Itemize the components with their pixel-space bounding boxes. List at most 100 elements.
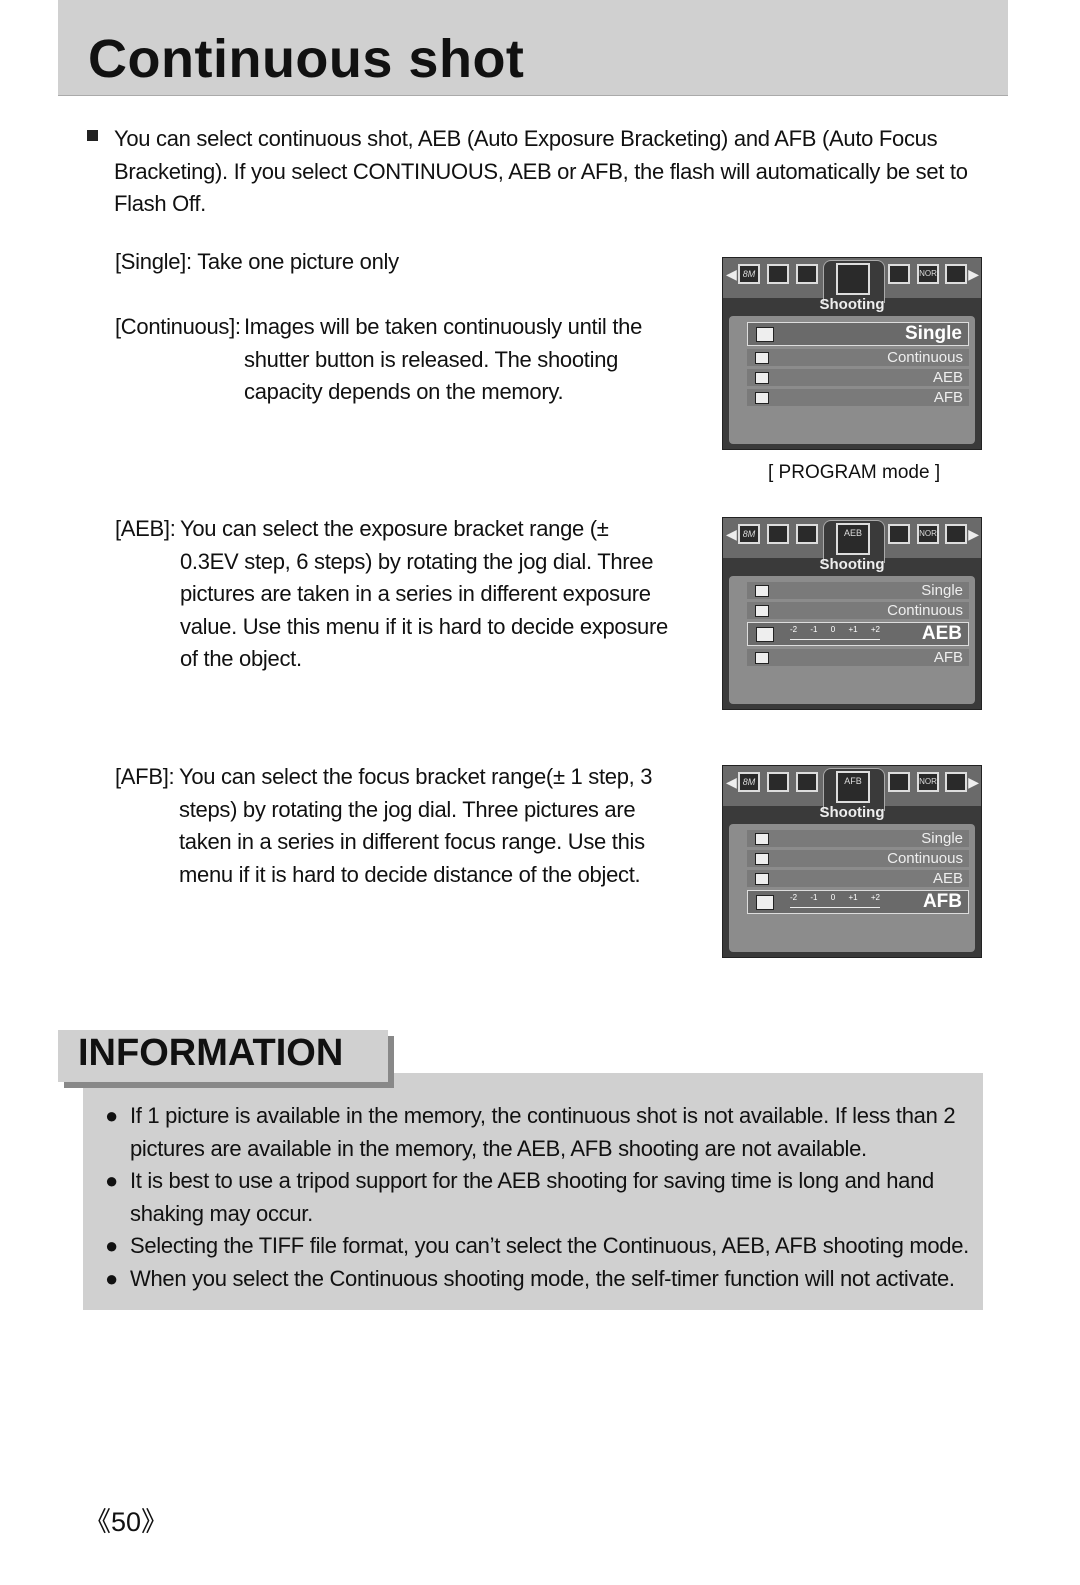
menu-tab-icon [945,264,967,284]
menu-item-aeb[interactable]: AEB [747,870,969,887]
bracket-scale: -2 -1 0 +1 +2 [790,625,880,640]
info-bullet-text: When you select the Continuous shooting … [130,1266,955,1291]
menu-item-label: AFB [922,891,962,912]
shooting-mode-icon: AEB [836,523,870,555]
menu-item-single[interactable]: Single [747,582,969,599]
menu-tab-icon: 8M [738,524,760,544]
menu-title: Shooting [819,556,885,573]
bullet-icon: ● [105,1103,118,1128]
menu-item-icon [756,895,774,910]
scale-label: +2 [870,625,880,634]
afb-description: You can select the focus bracket range(±… [179,764,653,887]
scale-label: +2 [870,893,880,902]
menu-item-icon [755,605,769,617]
right-arrow-icon: ▶ [968,266,979,282]
info-bullet: ● It is best to use a tripod support for … [105,1165,970,1230]
menu-item-label: AFB [933,389,963,406]
menu-tab-icon [945,524,967,544]
info-bullet-text: Selecting the TIFF file format, you can’… [130,1233,969,1258]
aeb-description: You can select the exposure bracket rang… [180,516,668,671]
menu-item-icon [755,873,769,885]
scale-label: 0 [830,625,836,634]
menu-tab-strip: ◀ ▶ 8M NOR [723,258,981,303]
info-bullet: ● Selecting the TIFF file format, you can… [105,1230,970,1263]
menu-title: Shooting [819,804,885,821]
menu-item-continuous[interactable]: Continuous [747,349,969,366]
menu-tab-icon: 8M [738,264,760,284]
continuous-label: [Continuous]: [115,314,241,339]
menu-item-label: Single [921,830,963,847]
menu-item-icon [755,392,769,404]
shooting-mode-icon: AFB [836,771,870,803]
menu-item-aeb[interactable]: -2 -1 0 +1 +2 AEB [747,622,969,646]
left-arrow-icon: ◀ [726,774,737,790]
scale-label: -1 [810,625,818,634]
bullet-icon: ● [105,1233,118,1258]
camera-menu-screen: ◀ ▶ 8M NOR AEB Shooting Single Continuous -2 -1 0 +… [722,517,982,710]
left-arrow-icon: ◀ [726,526,737,542]
menu-item-label: AEB [932,369,963,386]
menu-tab-icon [945,772,967,792]
bracket-scale: -2 -1 0 +1 +2 [790,893,880,908]
menu-item-continuous[interactable]: Continuous [747,850,969,867]
menu-item-icon [756,627,774,642]
shooting-mode-icon [836,263,870,295]
info-bullet: ● When you select the Continuous shooting… [105,1263,970,1296]
menu-item-label: AEB [932,870,963,887]
menu-item-icon [755,853,769,865]
menu-item-icon [755,372,769,384]
info-bullet-text: It is best to use a tripod support for t… [130,1168,934,1226]
menu-item-icon [755,585,769,597]
scale-label: -2 [790,625,798,634]
page-title: Continuous shot [88,29,525,89]
intro-text: You can select continuous shot, AEB (Aut… [114,126,968,216]
menu-list: Single Continuous AEB AFB [729,316,975,444]
menu-tab-icon: NOR [917,772,939,792]
menu-item-icon [755,652,769,664]
menu-tab-icon [767,524,789,544]
menu-tab-icon: NOR [917,524,939,544]
menu-tab-strip: ◀ ▶ 8M NOR AFB [723,766,981,811]
scale-label: -1 [810,893,818,902]
bullet-icon: ● [105,1266,118,1291]
program-mode-caption: [ PROGRAM mode ] [768,462,941,483]
menu-item-single[interactable]: Single [747,322,969,346]
menu-item-icon [755,352,769,364]
menu-item-label: Continuous [887,602,963,619]
menu-item-single[interactable]: Single [747,830,969,847]
page-number: 《50》 [84,1507,169,1537]
menu-list: Single Continuous -2 -1 0 +1 +2 AEB AFB [729,576,975,704]
scale-label: +1 [848,625,858,634]
menu-tab-icon [888,264,910,284]
information-box: ● If 1 picture is available in the memory… [83,1073,983,1310]
left-arrow-icon: ◀ [726,266,737,282]
bullet-icon: ● [105,1168,118,1193]
right-arrow-icon: ▶ [968,526,979,542]
menu-tab-icon: NOR [917,264,939,284]
menu-item-icon [756,327,774,342]
menu-tab-icon [888,524,910,544]
aeb-label: [AEB]: [115,516,176,541]
information-heading: INFORMATION [58,1030,388,1082]
menu-tab-icon [796,524,818,544]
menu-item-icon [755,833,769,845]
menu-item-label: Single [921,582,963,599]
camera-menu-screen: ◀ ▶ 8M NOR AFB Shooting Single Continuous AEB -2-… [722,765,982,958]
menu-item-continuous[interactable]: Continuous [747,602,969,619]
single-description: [Single]: Take one picture only [115,249,399,274]
menu-tab-strip: ◀ ▶ 8M NOR AEB [723,518,981,563]
menu-item-label: AFB [933,649,963,666]
scale-label: +1 [848,893,858,902]
menu-item-label: Continuous [887,850,963,867]
menu-item-afb[interactable]: AFB [747,389,969,406]
information-title: INFORMATION [78,1032,344,1074]
manual-page: Continuous shot You can select continuou… [0,0,1080,1585]
info-bullet: ● If 1 picture is available in the memory… [105,1100,970,1165]
menu-item-aeb[interactable]: AEB [747,369,969,386]
menu-item-afb[interactable]: -2 -1 0 +1 +2 AFB [747,890,969,914]
menu-tab-icon [796,264,818,284]
menu-tab-icon [796,772,818,792]
menu-item-label: Single [904,323,962,344]
continuous-description: Images will be taken continuously until … [244,314,642,404]
menu-item-afb[interactable]: AFB [747,649,969,666]
